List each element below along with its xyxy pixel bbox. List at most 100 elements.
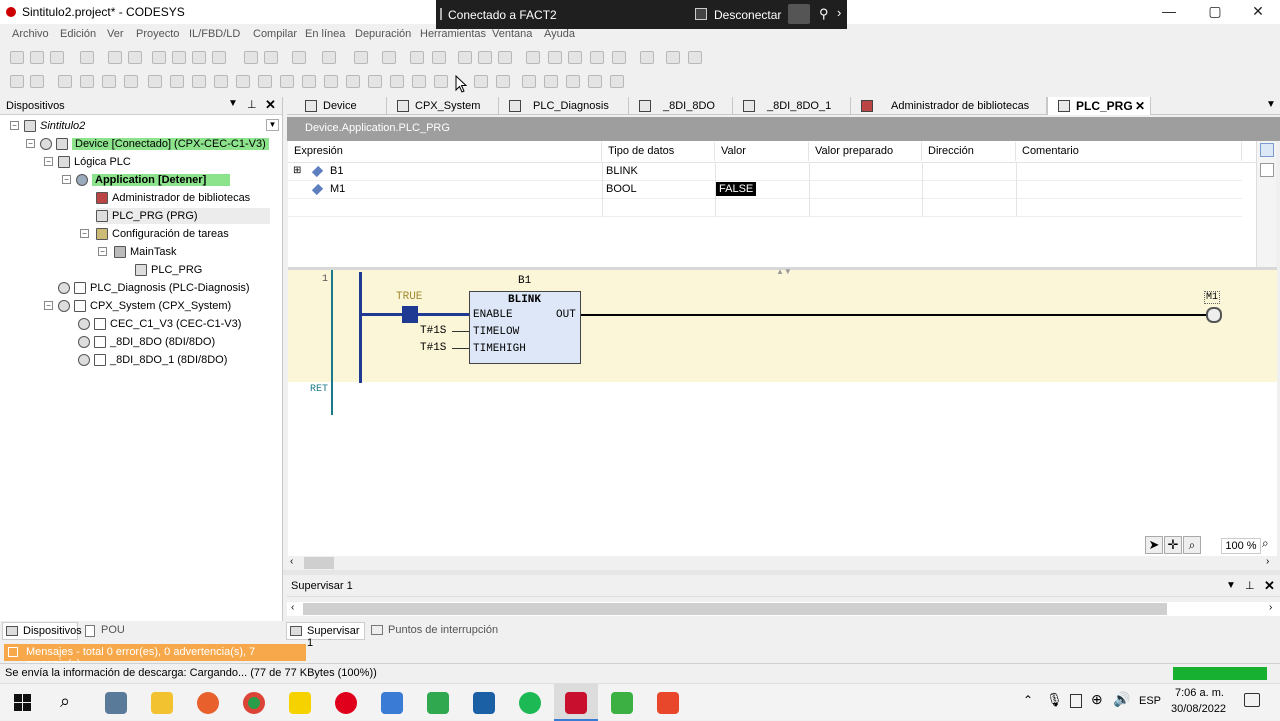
insert-output-icon[interactable] <box>302 75 316 88</box>
settings-gear-icon[interactable] <box>788 4 810 24</box>
festo-icon[interactable] <box>473 692 495 714</box>
expand-chevron-icon[interactable]: › <box>837 5 841 20</box>
panel-close-icon[interactable]: ✕ <box>265 97 276 113</box>
tray-chevron-icon[interactable]: ⌃ <box>1023 693 1033 707</box>
messages-summary[interactable]: Mensajes - total 0 error(es), 0 adverten… <box>4 644 306 670</box>
tree-item-plc-prg[interactable]: PLC_PRG (PRG) <box>96 208 270 224</box>
clock-date[interactable]: 30/08/2022 <box>1171 703 1226 715</box>
open-file-icon[interactable] <box>30 51 44 64</box>
scroll-left-icon[interactable]: ‹ <box>290 556 293 567</box>
col-header-expression[interactable]: Expresión <box>288 142 602 161</box>
device-icon[interactable] <box>382 51 396 64</box>
find-icon[interactable] <box>244 51 258 64</box>
col-header-address[interactable]: Dirección <box>922 142 1016 161</box>
notifications-icon[interactable] <box>1244 693 1260 707</box>
menu-depuracion[interactable]: Depuración <box>355 28 411 40</box>
pin-icon[interactable]: ⚲ <box>819 6 829 22</box>
table-row[interactable]: ⊞ B1 BLINK <box>288 163 1242 181</box>
insert-contact-icon[interactable] <box>58 75 72 88</box>
menu-edicion[interactable]: Edición <box>60 28 96 40</box>
input-language[interactable]: ESP <box>1139 695 1161 707</box>
select-all-icon[interactable] <box>292 51 306 64</box>
insert-negated-contact-icon[interactable] <box>80 75 94 88</box>
scroll-thumb[interactable] <box>304 557 334 569</box>
login-icon[interactable] <box>410 51 424 64</box>
sticky-notes-icon[interactable] <box>289 692 311 714</box>
menu-herramientas[interactable]: Herramientas <box>420 28 486 40</box>
logout-icon[interactable] <box>432 51 446 64</box>
scroll-right-icon[interactable]: › <box>1269 602 1272 613</box>
panel-menu-chevron-icon[interactable]: ▼ <box>228 98 238 109</box>
panel-pin-icon[interactable]: ⊥ <box>247 98 257 111</box>
insert-branch-below-icon[interactable] <box>346 75 360 88</box>
zoom-menu-icon[interactable]: ⌕ <box>1262 536 1276 554</box>
panel-menu-chevron-icon[interactable]: ▼ <box>1226 580 1236 591</box>
microphone-icon[interactable]: 🎙 <box>1046 692 1063 708</box>
tree-item-task-plc-prg[interactable]: PLC_PRG <box>135 262 202 278</box>
insert-input-icon[interactable] <box>280 75 294 88</box>
stop-icon[interactable] <box>478 51 492 64</box>
tree-item-plc-logic[interactable]: − Lógica PLC <box>44 154 131 170</box>
print-icon[interactable] <box>80 51 94 64</box>
tree-item-cpx-system[interactable]: − CPX_System (CPX_System) <box>44 298 231 314</box>
tree-item-library-manager[interactable]: Administrador de bibliotecas <box>96 190 250 206</box>
camtasia-green-icon[interactable] <box>611 692 633 714</box>
scroll-thumb[interactable] <box>303 603 1167 615</box>
tab-close-icon[interactable]: ✕ <box>1135 97 1145 115</box>
comment-icon[interactable] <box>474 75 488 88</box>
menu-ventana[interactable]: Ventana <box>492 28 532 40</box>
volume-icon[interactable]: 🔊 <box>1113 691 1130 708</box>
tree-item-8di-8do[interactable]: _8DI_8DO (8DI/8DO) <box>78 334 215 350</box>
firefox-icon[interactable] <box>197 692 219 714</box>
step-over-icon[interactable] <box>526 51 540 64</box>
maximize-button[interactable]: ▢ <box>1192 0 1238 24</box>
tree-item-project[interactable]: − Sintitulo2 <box>10 118 85 134</box>
redo-icon[interactable] <box>128 51 142 64</box>
insert-reset-coil-icon[interactable] <box>170 75 184 88</box>
pointer-tool-icon[interactable]: ➤ <box>1145 536 1163 554</box>
col-header-value[interactable]: Valor <box>715 142 809 161</box>
table-row[interactable]: M1 BOOL FALSE <box>288 181 1242 199</box>
network-globe-icon[interactable]: ⊕ <box>1091 691 1103 708</box>
table-row-empty[interactable] <box>288 199 1242 217</box>
build-icon[interactable] <box>322 51 336 64</box>
insert-branch-icon[interactable] <box>324 75 338 88</box>
zoom-level[interactable]: 100 % <box>1221 538 1261 554</box>
tree-dropdown-icon[interactable]: ▼ <box>266 119 279 131</box>
negate-icon[interactable] <box>412 75 426 88</box>
insert-coil-right-icon[interactable] <box>522 75 536 88</box>
menu-proyecto[interactable]: Proyecto <box>136 28 179 40</box>
scroll-right-icon[interactable]: › <box>1266 556 1269 567</box>
col-header-comment[interactable]: Comentario <box>1016 142 1242 161</box>
tab-8di-8do-1[interactable]: _8DI_8DO_1 <box>733 97 851 115</box>
edge-detection-icon[interactable] <box>434 75 448 88</box>
paste-above-icon[interactable] <box>566 75 580 88</box>
insert-jump-icon[interactable] <box>236 75 250 88</box>
tab-library-manager[interactable]: Administrador de bibliotecas <box>851 97 1047 115</box>
spotify-icon[interactable] <box>519 692 541 714</box>
panel-close-icon[interactable]: ✕ <box>1264 578 1275 594</box>
zoom-tool-icon[interactable]: ⌕ <box>1183 536 1201 554</box>
col-header-data-type[interactable]: Tipo de datos <box>602 142 715 161</box>
insert-set-coil-icon[interactable] <box>148 75 162 88</box>
tree-item-task-config[interactable]: − Configuración de tareas <box>80 226 229 242</box>
tab-devices[interactable]: Dispositivos <box>2 622 82 640</box>
insert-contact-right-icon[interactable] <box>544 75 558 88</box>
camtasia-red-icon[interactable] <box>657 692 679 714</box>
tab-watch-1[interactable]: Supervisar 1 <box>286 622 365 649</box>
cell-value-false[interactable]: FALSE <box>716 182 757 196</box>
function-block-blink[interactable]: BLINK ENABLE TIMELOW TIMEHIGH OUT <box>469 291 581 364</box>
menu-il-fbd-ld[interactable]: IL/FBD/LD <box>189 28 240 40</box>
paste-below-icon[interactable] <box>588 75 602 88</box>
tab-pou[interactable]: POU <box>82 622 142 640</box>
breakpoint-icon[interactable] <box>612 51 626 64</box>
set-branch-start-icon[interactable] <box>368 75 382 88</box>
replace-icon[interactable] <box>264 51 278 64</box>
expand-plus-icon[interactable]: ⊞ <box>293 165 301 176</box>
start-icon[interactable] <box>458 51 472 64</box>
opera-icon[interactable] <box>335 692 357 714</box>
new-file-icon[interactable] <box>10 51 24 64</box>
splitter[interactable] <box>283 570 1280 575</box>
table-view-icon[interactable] <box>1260 143 1274 157</box>
windows-start-icon[interactable] <box>14 694 31 711</box>
